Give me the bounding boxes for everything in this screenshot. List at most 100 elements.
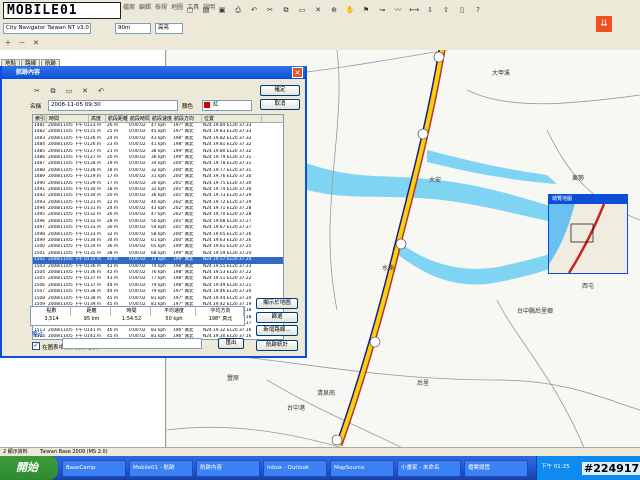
column-header[interactable]: 航段時間 <box>128 115 150 122</box>
close-icon[interactable]: × <box>292 67 303 78</box>
overview-map[interactable]: 總覽地圖 <box>548 194 628 274</box>
column-header[interactable]: 索引 <box>33 115 47 122</box>
taskbar-item[interactable]: 檔案總管 <box>464 460 528 477</box>
column-header[interactable]: 位置 <box>202 115 262 122</box>
cancel-button[interactable]: 取消 <box>260 99 300 110</box>
column-header[interactable]: 航段距離 <box>106 115 128 122</box>
zoom-out-icon[interactable]: － <box>17 38 27 48</box>
column-header[interactable]: 時間 <box>47 115 89 122</box>
map-label: 東勢 <box>572 174 584 182</box>
filter-button[interactable]: 篩選 <box>256 312 298 323</box>
summary-header-cell: 平均方向 <box>196 307 244 316</box>
column-header[interactable]: 航段方向 <box>172 115 202 122</box>
route-icon[interactable]: ↝ <box>377 5 387 15</box>
map-label: 豐原 <box>227 374 239 382</box>
taskbar-item[interactable]: BaseCamp <box>62 460 126 477</box>
undo-icon[interactable]: ↶ <box>96 86 106 96</box>
map-label: 后里 <box>417 379 429 387</box>
summary-value: 95 km <box>83 316 100 322</box>
map-label: 台中縣后里鄉 <box>517 307 553 315</box>
delete-track-icon[interactable]: ✕ <box>31 38 41 48</box>
summary-header-cell: 點數 <box>31 307 71 316</box>
taskbar: 開始 BaseCamp Mobile01 - 航跡 航跡內容 Inbox - Outl… <box>0 456 640 480</box>
overview-title: 總覽地圖 <box>549 195 627 204</box>
detail-select[interactable]: 高亮 <box>155 23 183 34</box>
map-label: 台中港 <box>287 404 305 412</box>
measure-icon[interactable]: ⟷ <box>409 5 419 15</box>
notes-input[interactable] <box>62 338 202 349</box>
open-icon[interactable]: ▤ <box>201 5 211 15</box>
watermark: #224917 <box>582 462 640 475</box>
hand-icon[interactable]: ✋ <box>345 5 355 15</box>
print-icon[interactable]: ⎙ <box>233 5 243 15</box>
dialog-toolbar: ✂ ⧉ ▭ ✕ ↶ <box>32 86 106 96</box>
zoom-select[interactable]: 90m <box>115 23 151 34</box>
summary-header-cell: 距離 <box>71 307 111 316</box>
zoom-in-icon[interactable]: ＋ <box>3 38 13 48</box>
name-input[interactable]: 2008-11-05 09:30 <box>48 100 178 111</box>
alert-icon[interactable]: ⇊ <box>596 16 612 32</box>
ok-button[interactable]: 確定 <box>260 85 300 96</box>
export-button[interactable]: 匯出 <box>218 338 244 349</box>
map-label: 清泉崗 <box>317 389 335 397</box>
taskbar-item[interactable]: 小畫家 - 未命名 <box>397 460 461 477</box>
notes-label: 備註 <box>32 332 44 338</box>
copy-icon[interactable]: ⧉ <box>48 86 58 96</box>
track-icon[interactable]: 〰 <box>393 5 403 15</box>
taskbar-item[interactable]: Inbox - Outlook <box>263 460 327 477</box>
secondary-toolbar: ＋ － ✕ <box>3 38 41 48</box>
menu-item[interactable]: 編輯 <box>139 2 151 14</box>
summary-table: 點數 距離 時間 平均速度 平均方向 3,514 95 km 1:54:52 50 kph 19… <box>30 306 245 326</box>
table-header: 索引 時間 高度 航段距離 航段時間 航段速度 航段方向 位置 <box>33 115 283 123</box>
summary-value: 198° 真北 <box>208 316 233 322</box>
send-icon[interactable]: ⇧ <box>441 5 451 15</box>
map-label: 西屯 <box>582 282 594 290</box>
delete-icon[interactable]: ✕ <box>80 86 90 96</box>
taskbar-item[interactable]: MapSource <box>330 460 394 477</box>
summary-header-cell: 時間 <box>111 307 151 316</box>
summary-value: 1:54:52 <box>121 316 142 322</box>
receive-icon[interactable]: ⇩ <box>425 5 435 15</box>
menu-item[interactable]: 檔案 <box>123 2 135 14</box>
track-stats-button[interactable]: 航跡統計 <box>256 340 298 351</box>
new-route-button[interactable]: 新增路線... <box>256 325 298 336</box>
main-toolbar: ▢ ▤ ▣ ⎙ ↶ ✂ ⧉ ▭ ✕ ⊕ ✋ ⚑ ↝ 〰 ⟷ ⇩ ⇧ ▯ ? <box>185 5 483 15</box>
summary-header: 點數 距離 時間 平均速度 平均方向 <box>31 307 244 316</box>
show-segments-checkbox[interactable]: ✓ <box>32 342 40 350</box>
undo-icon[interactable]: ↶ <box>249 5 259 15</box>
help-icon[interactable]: ? <box>473 5 483 15</box>
start-button[interactable]: 開始 <box>0 456 58 480</box>
waypoint-icon[interactable]: ⚑ <box>361 5 371 15</box>
map-toolbar: City Navigator Taiwan NT v3.0 90m 高亮 ⇊ <box>0 16 640 36</box>
map-label: 水湳 <box>382 264 394 272</box>
menu-item[interactable]: 檢視 <box>155 2 167 14</box>
map-label: 大甲溪 <box>492 69 510 77</box>
zoom-icon[interactable]: ⊕ <box>329 5 339 15</box>
column-header[interactable]: 航段速度 <box>150 115 172 122</box>
summary-values: 3,514 95 km 1:54:52 50 kph 198° 真北 <box>31 316 244 325</box>
color-swatch <box>204 102 210 108</box>
delete-icon[interactable]: ✕ <box>313 5 323 15</box>
river-branch <box>427 150 557 184</box>
taskbar-item[interactable]: Mobile01 - 航跡 <box>129 460 193 477</box>
save-icon[interactable]: ▣ <box>217 5 227 15</box>
paste-icon[interactable]: ▭ <box>297 5 307 15</box>
name-label: 名稱 <box>30 104 42 110</box>
new-icon[interactable]: ▢ <box>185 5 195 15</box>
overview-canvas <box>549 203 627 274</box>
color-label: 顏色 <box>182 104 194 110</box>
taskbar-item[interactable]: 航跡內容 <box>196 460 260 477</box>
cut-icon[interactable]: ✂ <box>32 86 42 96</box>
summary-value: 50 kph <box>165 316 183 322</box>
cut-icon[interactable]: ✂ <box>265 5 275 15</box>
device-icon[interactable]: ▯ <box>457 5 467 15</box>
summary-value: 3,514 <box>44 316 59 322</box>
copy-icon[interactable]: ⧉ <box>281 5 291 15</box>
paste-icon[interactable]: ▭ <box>64 86 74 96</box>
product-select[interactable]: City Navigator Taiwan NT v3.0 <box>3 23 91 34</box>
clock: 下午 01:25 <box>541 464 570 470</box>
show-map-button[interactable]: 顯示於地圖 <box>256 298 298 309</box>
menu-item[interactable]: 地圖 <box>171 2 183 14</box>
column-header[interactable]: 高度 <box>89 115 106 122</box>
app-logo: MOBILE01 <box>3 2 121 19</box>
